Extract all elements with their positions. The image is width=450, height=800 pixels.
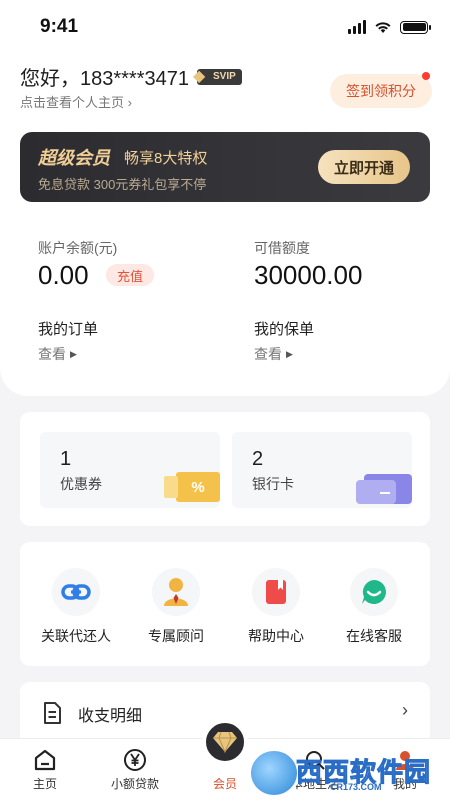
- service-linked-repayer[interactable]: 关联代还人: [26, 568, 126, 646]
- orders-view-link[interactable]: 查看 ▶: [38, 344, 77, 364]
- tab-label: 小额贷款: [110, 777, 159, 791]
- policies-view-link[interactable]: 查看 ▶: [254, 344, 293, 364]
- greeting-text: 您好，183****3471: [20, 68, 189, 90]
- advisor-icon: [152, 568, 200, 616]
- coupons-count: 1: [60, 448, 72, 470]
- bank-card-icon: [356, 474, 412, 504]
- service-label: 专属顾问: [148, 628, 204, 644]
- triangle-right-icon: ▶: [286, 348, 293, 359]
- policies-view-text: 查看: [254, 346, 282, 362]
- status-bar: 9:41: [0, 0, 450, 56]
- notification-dot: [422, 72, 430, 80]
- vip-description: 免息贷款 300元券礼包享不停: [38, 177, 207, 192]
- diamond-icon: [213, 731, 237, 753]
- services-card: 关联代还人 专属顾问 帮助中心 在线客服: [20, 542, 430, 666]
- policies-title: 我的保单: [254, 321, 315, 338]
- balance-label: 账户余额(元): [38, 240, 118, 256]
- credit-value: 30000.00: [254, 260, 363, 290]
- bank-cards-tile[interactable]: 2 银行卡: [232, 432, 412, 508]
- vip-banner[interactable]: 超级会员 畅享8大特权 免息贷款 300元券礼包享不停 立即开通: [20, 132, 430, 202]
- wallet-card: 1 优惠券 % 2 银行卡: [20, 412, 430, 526]
- yen-icon: [90, 747, 180, 773]
- watermark: 西西软件园 CR173.COM: [248, 748, 448, 800]
- status-icons: [348, 20, 431, 34]
- service-help-center[interactable]: 帮助中心: [226, 568, 326, 646]
- statement-title: 收支明细: [78, 708, 143, 725]
- book-icon: [252, 568, 300, 616]
- checkin-button[interactable]: 签到领积分: [330, 72, 432, 108]
- open-vip-button[interactable]: 立即开通: [318, 150, 410, 184]
- service-label: 在线客服: [346, 628, 402, 644]
- battery-icon: [400, 20, 431, 34]
- document-icon: [44, 702, 61, 724]
- triangle-right-icon: ▶: [70, 348, 77, 359]
- status-time: 9:41: [40, 16, 79, 37]
- vip-subtitle: 畅享8大特权: [124, 150, 208, 167]
- membership-tab-button[interactable]: [202, 719, 248, 765]
- service-advisor[interactable]: 专属顾问: [126, 568, 226, 646]
- link-icon: [52, 568, 100, 616]
- cellular-signal-icon: [348, 20, 366, 34]
- vip-title: 超级会员: [38, 148, 110, 168]
- bank-cards-count: 2: [252, 448, 264, 470]
- balance-value: 0.00: [38, 260, 89, 290]
- home-icon: [0, 747, 90, 773]
- tab-label: 主页: [32, 777, 57, 791]
- bank-cards-label: 银行卡: [252, 476, 294, 492]
- chevron-right-icon: ›: [402, 700, 408, 720]
- service-label: 帮助中心: [248, 628, 304, 644]
- coupons-label: 优惠券: [60, 476, 102, 492]
- coupon-icon: %: [164, 472, 220, 502]
- recharge-button[interactable]: 充值: [106, 264, 154, 286]
- greeting: 您好，183****3471 ◆ SVIP: [20, 62, 242, 91]
- profile-link[interactable]: 点击查看个人主页 ›: [20, 92, 132, 111]
- orders-title: 我的订单: [38, 321, 99, 338]
- svip-badge-text: SVIP: [213, 71, 236, 82]
- coupons-tile[interactable]: 1 优惠券 %: [40, 432, 220, 508]
- wifi-icon: [375, 22, 391, 33]
- diamond-icon: ◆: [193, 67, 206, 85]
- tab-loans[interactable]: 小额贷款: [90, 747, 180, 792]
- watermark-logo-icon: [248, 748, 300, 798]
- service-online-support[interactable]: 在线客服: [324, 568, 424, 646]
- tab-home[interactable]: 主页: [0, 747, 90, 792]
- checkin-label: 签到领积分: [346, 83, 416, 99]
- credit-label: 可借额度: [254, 240, 310, 256]
- watermark-sub: CR173.COM: [330, 782, 382, 792]
- service-label: 关联代还人: [41, 628, 111, 644]
- orders-view-text: 查看: [38, 346, 66, 362]
- chat-icon: [350, 568, 398, 616]
- account-card: 您好，183****3471 ◆ SVIP 点击查看个人主页 › 签到领积分 超…: [0, 56, 450, 396]
- svip-badge: ◆ SVIP: [193, 68, 242, 85]
